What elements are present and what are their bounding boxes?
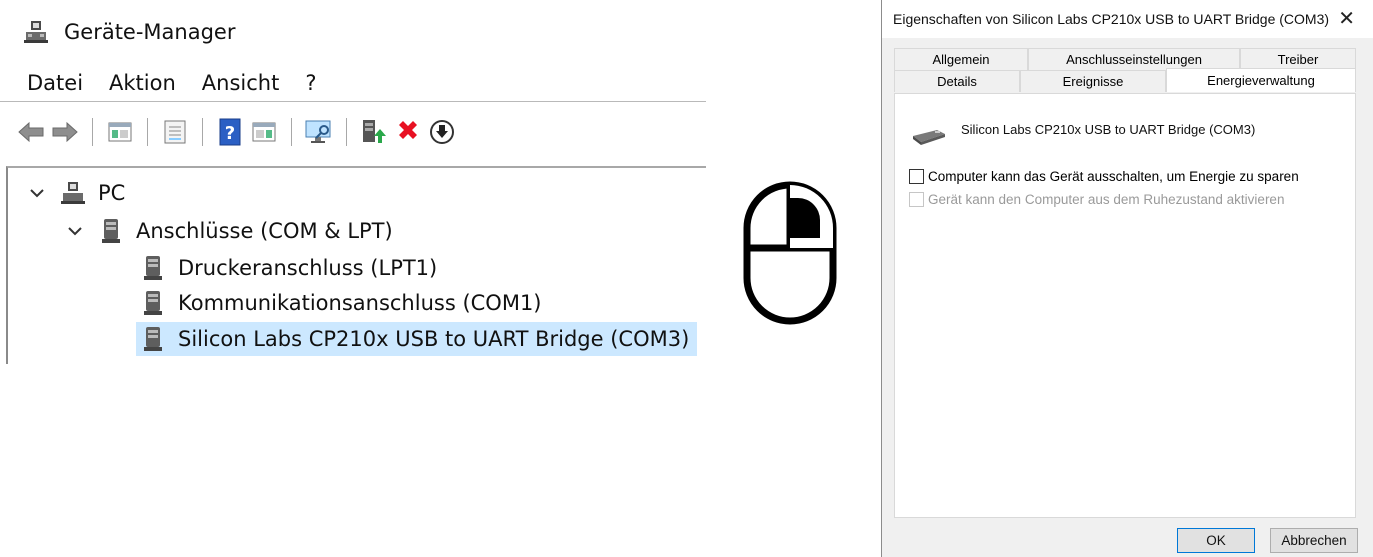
tree-item-cp210x[interactable]: Silicon Labs CP210x USB to UART Bridge (…	[136, 322, 698, 356]
checkbox-allow-turn-off[interactable]	[909, 169, 924, 184]
computer-icon	[61, 182, 85, 204]
chevron-down-icon[interactable]	[66, 222, 84, 240]
action-pane-button[interactable]	[249, 117, 279, 147]
device-header: Silicon Labs CP210x USB to UART Bridge (…	[911, 112, 1255, 148]
help-button[interactable]: ?	[215, 117, 245, 147]
dialog-title: Eigenschaften von Silicon Labs CP210x US…	[893, 11, 1330, 27]
scan-hardware-icon	[305, 120, 331, 143]
toolbar-separator	[291, 118, 292, 146]
tab-anschlusseinstellungen[interactable]: Anschlusseinstellungen	[1028, 48, 1240, 70]
tree-node-pc[interactable]: PC	[28, 176, 125, 210]
tree-label-com1: Kommunikationsanschluss (COM1)	[178, 291, 542, 315]
menu-ansicht[interactable]: Ansicht	[189, 71, 293, 95]
device-name: Silicon Labs CP210x USB to UART Bridge (…	[961, 121, 1256, 137]
forward-arrow-icon	[52, 121, 78, 143]
back-arrow-icon	[18, 121, 44, 143]
mouse-right-click-icon	[743, 181, 837, 325]
port-icon	[144, 327, 162, 351]
update-driver-icon	[363, 120, 386, 143]
device-manager-title: Geräte-Manager	[64, 20, 236, 44]
port-icon	[144, 291, 162, 315]
toolbar-separator	[92, 118, 93, 146]
tree-label-pc: PC	[98, 181, 126, 205]
console-tree-button[interactable]	[105, 117, 135, 147]
uninstall-icon	[399, 121, 417, 139]
help-icon: ?	[219, 118, 241, 146]
update-driver-button[interactable]	[359, 117, 389, 147]
disable-device-icon	[430, 120, 454, 144]
cancel-button[interactable]: Abbrechen	[1270, 528, 1358, 553]
ok-button[interactable]: OK	[1177, 528, 1255, 553]
tab-allgemein[interactable]: Allgemein	[894, 48, 1028, 70]
chevron-down-icon[interactable]	[28, 184, 46, 202]
back-button[interactable]	[16, 117, 46, 147]
scan-hardware-button[interactable]	[304, 117, 334, 147]
device-tree[interactable]: PC Anschlüsse (COM & LPT) Druckeranschlu…	[6, 166, 706, 364]
action-pane-icon	[252, 122, 276, 142]
tree-node-ports[interactable]: Anschlüsse (COM & LPT)	[66, 214, 393, 248]
port-icon	[102, 219, 120, 243]
port-icon	[144, 256, 162, 280]
properties-button[interactable]	[160, 117, 190, 147]
tab-strip: Allgemein Anschlusseinstellungen Treiber…	[894, 48, 1356, 94]
tab-ereignisse[interactable]: Ereignisse	[1020, 70, 1166, 92]
close-icon[interactable]: ✕	[1338, 9, 1355, 29]
properties-dialog: Eigenschaften von Silicon Labs CP210x US…	[881, 0, 1373, 557]
tab-panel-energieverwaltung: Silicon Labs CP210x USB to UART Bridge (…	[894, 93, 1356, 518]
toolbar-separator	[202, 118, 203, 146]
tab-energieverwaltung[interactable]: Energieverwaltung	[1166, 68, 1356, 92]
tree-label-ports: Anschlüsse (COM & LPT)	[136, 219, 393, 243]
menu-aktion[interactable]: Aktion	[96, 71, 189, 95]
uninstall-button[interactable]	[393, 117, 423, 147]
option-wake-computer: Gerät kann den Computer aus dem Ruhezust…	[909, 192, 1284, 207]
show-hide-console-tree-icon	[108, 122, 132, 142]
toolbar-separator	[147, 118, 148, 146]
checkbox-wake-computer	[909, 192, 924, 207]
properties-icon	[164, 120, 186, 144]
svg-text:?: ?	[225, 123, 235, 144]
menu-help[interactable]: ?	[292, 71, 329, 95]
menu-datei[interactable]: Datei	[0, 71, 96, 95]
device-manager-titlebar: Geräte-Manager	[22, 14, 235, 50]
dialog-titlebar: Eigenschaften von Silicon Labs CP210x US…	[882, 0, 1373, 38]
tab-treiber[interactable]: Treiber	[1240, 48, 1356, 70]
menu-bar: Datei Aktion Ansicht ?	[0, 64, 706, 102]
disable-device-button[interactable]	[427, 117, 457, 147]
forward-button[interactable]	[50, 117, 80, 147]
tree-label-cp210x: Silicon Labs CP210x USB to UART Bridge (…	[178, 327, 690, 351]
tree-item-lpt1[interactable]: Druckeranschluss (LPT1)	[140, 251, 437, 285]
device-manager-icon	[24, 21, 48, 43]
tab-details[interactable]: Details	[894, 70, 1020, 92]
tree-label-lpt1: Druckeranschluss (LPT1)	[178, 256, 438, 280]
toolbar: ?	[16, 112, 706, 152]
tree-item-com1[interactable]: Kommunikationsanschluss (COM1)	[140, 286, 542, 320]
option-allow-turn-off[interactable]: Computer kann das Gerät ausschalten, um …	[909, 169, 1299, 184]
option-label-allow-turn-off: Computer kann das Gerät ausschalten, um …	[928, 169, 1299, 184]
toolbar-separator	[346, 118, 347, 146]
usb-device-icon	[913, 130, 945, 145]
option-label-wake-computer: Gerät kann den Computer aus dem Ruhezust…	[928, 192, 1285, 207]
